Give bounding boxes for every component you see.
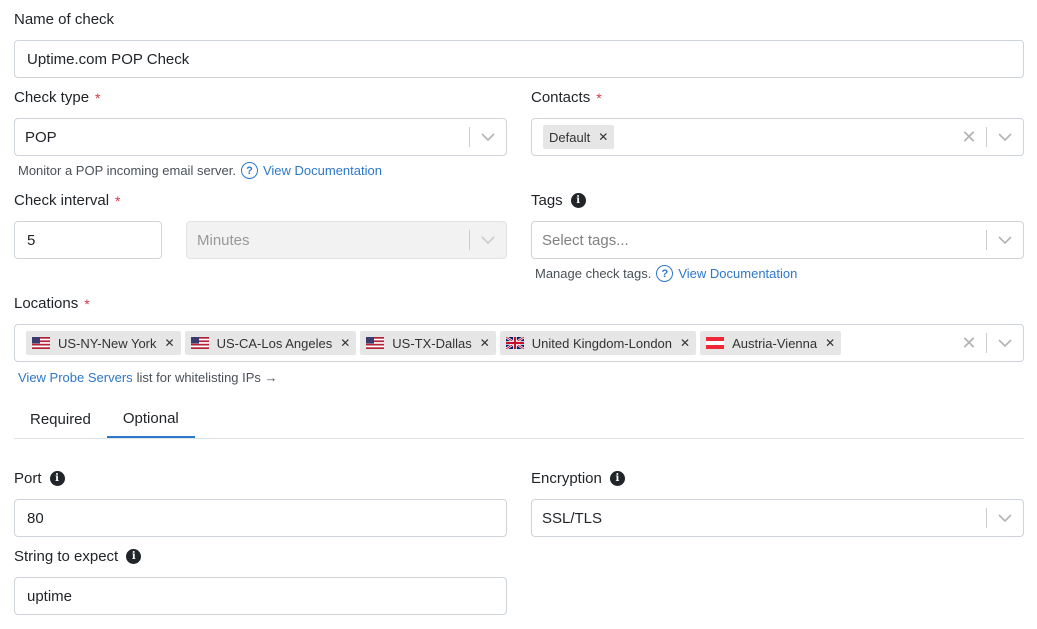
info-icon[interactable]: i — [126, 549, 142, 564]
chevron-down-icon[interactable] — [987, 325, 1023, 361]
encryption-value: SSL/TLS — [542, 509, 603, 527]
location-chip: US-TX-Dallas ✕ — [360, 331, 496, 355]
chevron-down-icon[interactable] — [987, 119, 1023, 155]
required-mark: * — [115, 192, 121, 209]
chevron-down-icon[interactable] — [987, 500, 1023, 536]
close-icon[interactable]: ✕ — [157, 336, 181, 350]
interval-unit-select: Minutes — [186, 221, 507, 259]
chevron-down-icon — [470, 222, 506, 258]
close-icon[interactable]: ✕ — [672, 336, 696, 350]
name-input[interactable]: Uptime.com POP Check — [14, 40, 1024, 78]
tab-bar: Required Optional — [14, 400, 1024, 439]
locations-select[interactable]: US-NY-New York ✕ US-CA-Los Angeles ✕ US-TX… — [14, 324, 1024, 362]
check-type-select[interactable]: POP — [14, 118, 507, 156]
close-icon[interactable]: ✕ — [952, 325, 986, 361]
tags-help: Manage check tags. ? View Documentation — [535, 265, 798, 282]
chevron-down-icon[interactable] — [470, 119, 506, 155]
at-flag-icon — [706, 337, 725, 349]
required-mark: * — [95, 89, 101, 106]
required-mark: * — [596, 89, 602, 106]
close-icon[interactable]: ✕ — [817, 336, 841, 350]
interval-input[interactable]: 5 — [14, 221, 162, 259]
tags-label: Tags i — [531, 192, 586, 209]
close-icon[interactable]: ✕ — [952, 119, 986, 155]
name-label: Name of check — [14, 11, 115, 28]
close-icon[interactable]: ✕ — [472, 336, 496, 350]
interval-label: Check interval * — [14, 192, 121, 209]
tags-placeholder: Select tags... — [542, 231, 629, 249]
port-input[interactable]: 80 — [14, 499, 507, 537]
contacts-select[interactable]: Default ✕ ✕ — [531, 118, 1024, 156]
location-chip: United Kingdom-London ✕ — [499, 331, 697, 355]
question-circle-icon: ? — [656, 265, 674, 282]
info-icon[interactable]: i — [49, 471, 65, 486]
us-flag-icon — [32, 337, 50, 349]
check-type-label: Check type * — [14, 89, 101, 106]
encryption-label: Encryption i — [531, 470, 625, 487]
us-flag-icon — [366, 337, 385, 349]
interval-unit-value: Minutes — [197, 231, 250, 249]
tab-required[interactable]: Required — [14, 400, 107, 438]
chevron-down-icon[interactable] — [987, 222, 1023, 258]
required-mark: * — [84, 295, 90, 312]
tags-select[interactable]: Select tags... — [531, 221, 1024, 259]
info-icon[interactable]: i — [609, 471, 625, 486]
contacts-label: Contacts * — [531, 89, 602, 106]
expect-input[interactable]: uptime — [14, 577, 507, 615]
info-icon[interactable]: i — [570, 193, 586, 208]
location-chip: US-NY-New York ✕ — [26, 331, 181, 355]
us-flag-icon — [190, 337, 209, 349]
port-label: Port i — [14, 470, 65, 487]
close-icon[interactable]: ✕ — [590, 130, 614, 144]
locations-label: Locations * — [14, 295, 90, 312]
probe-servers-link[interactable]: View Probe Servers — [18, 370, 133, 385]
close-icon[interactable]: ✕ — [332, 336, 356, 350]
location-chip: US-CA-Los Angeles ✕ — [184, 331, 357, 355]
tab-optional[interactable]: Optional — [106, 400, 195, 438]
contact-chip: Default ✕ — [543, 125, 615, 149]
encryption-select[interactable]: SSL/TLS — [531, 499, 1024, 537]
question-circle-icon: ? — [240, 162, 258, 179]
check-type-value: POP — [25, 128, 57, 146]
probe-servers-note: View Probe Servers list for whitelisting… — [18, 370, 278, 385]
expect-label: String to expect i — [14, 548, 142, 565]
check-type-help: Monitor a POP incoming email server. ? V… — [18, 162, 382, 179]
tags-doc-link[interactable]: View Documentation — [678, 266, 797, 281]
check-type-doc-link[interactable]: View Documentation — [263, 163, 382, 178]
uk-flag-icon — [505, 337, 524, 349]
location-chip: Austria-Vienna ✕ — [700, 331, 842, 355]
